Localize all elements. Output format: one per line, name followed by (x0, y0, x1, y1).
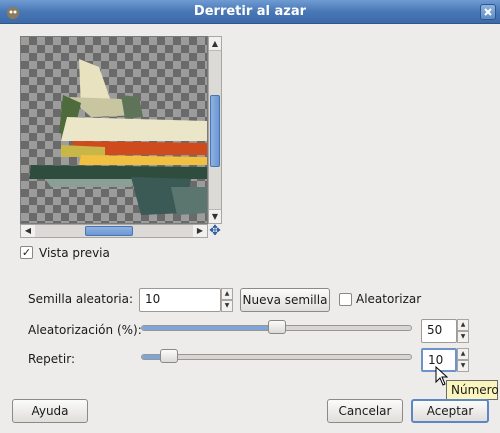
spin-down-icon[interactable]: ▼ (457, 360, 469, 372)
randomization-slider-fill (142, 326, 277, 330)
cancel-button[interactable]: Cancelar (327, 399, 403, 423)
randomization-label: Aleatorización (%): (28, 323, 142, 337)
preview-canvas[interactable] (20, 36, 208, 224)
randomization-input[interactable]: 50 (421, 319, 457, 343)
new-seed-button[interactable]: Nueva semilla (240, 288, 330, 312)
navigate-icon[interactable]: ✥ (208, 224, 222, 238)
repeat-slider-handle[interactable] (160, 349, 178, 363)
randomization-slider[interactable] (141, 320, 412, 334)
spin-down-icon[interactable]: ▼ (457, 331, 469, 343)
randomize-label: Aleatorizar (356, 292, 422, 306)
checkmark-icon: ✓ (21, 246, 32, 259)
seed-spinner[interactable]: ▲ ▼ (221, 288, 233, 312)
melted-airplane-image (29, 59, 207, 215)
spin-down-icon[interactable]: ▼ (221, 300, 233, 312)
ok-button[interactable]: Aceptar (411, 399, 489, 423)
preview-horizontal-scrollbar[interactable]: ◀ ▶ (20, 224, 208, 238)
title-bar: Derretir al azar (0, 0, 500, 24)
randomization-slider-handle[interactable] (268, 320, 286, 334)
randomize-checkbox[interactable] (339, 293, 352, 306)
preview-checkbox[interactable]: ✓ (20, 246, 33, 259)
vertical-scroll-thumb[interactable] (210, 95, 220, 167)
scroll-right-icon[interactable]: ▶ (193, 225, 207, 237)
horizontal-scroll-thumb[interactable] (85, 226, 133, 236)
close-button[interactable] (480, 4, 496, 20)
window-title: Derretir al azar (193, 4, 307, 19)
tooltip: Número (446, 380, 499, 400)
close-icon (484, 8, 492, 16)
randomization-spinner[interactable]: ▲ ▼ (457, 319, 469, 343)
seed-label: Semilla aleatoria: (28, 292, 133, 306)
scroll-up-icon[interactable]: ▲ (209, 37, 221, 51)
help-button[interactable]: Ayuda (12, 399, 88, 423)
preview-label: Vista previa (39, 246, 110, 260)
repeat-label: Repetir: (28, 352, 75, 366)
repeat-spinner[interactable]: ▲ ▼ (457, 348, 469, 372)
repeat-slider[interactable] (141, 349, 412, 363)
preview-vertical-scrollbar[interactable]: ▲ ▼ (208, 36, 222, 224)
scroll-left-icon[interactable]: ◀ (21, 225, 35, 237)
scroll-down-icon[interactable]: ▼ (209, 209, 221, 223)
seed-input[interactable]: 10 (139, 288, 221, 312)
spin-up-icon[interactable]: ▲ (221, 288, 233, 300)
spin-up-icon[interactable]: ▲ (457, 348, 469, 360)
spin-up-icon[interactable]: ▲ (457, 319, 469, 331)
